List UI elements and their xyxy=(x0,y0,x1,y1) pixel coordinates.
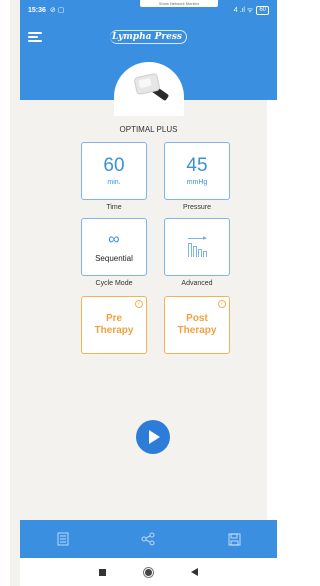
list-document-icon[interactable] xyxy=(51,527,75,551)
bottom-toolbar xyxy=(20,520,277,558)
device-image xyxy=(131,71,170,105)
app-screen: 15:36 ⊘ ▢ Show Network Monitor 4 .ıl ᯤ 6… xyxy=(20,0,277,586)
pre-therapy-button[interactable]: ✓ Pre Therapy xyxy=(81,296,147,354)
home-icon[interactable] xyxy=(142,566,154,578)
cycle-mode-value: Sequential xyxy=(95,253,133,263)
post-therapy-button[interactable]: ✓ Post Therapy xyxy=(164,296,230,354)
post-therapy-label: Post Therapy xyxy=(177,313,217,336)
pressure-unit: mmHg xyxy=(186,179,208,186)
pressure-value: 45 xyxy=(186,155,208,176)
save-icon[interactable] xyxy=(222,527,246,551)
time-unit: min. xyxy=(107,179,121,186)
status-right-icons: 4 .ıl ᯤ 60 xyxy=(233,5,269,15)
device-model-name: OPTIMAL PLUS xyxy=(119,125,178,134)
infinity-icon: ∞ xyxy=(108,230,120,248)
signal-icon: 4 .ıl ᯤ xyxy=(233,6,254,14)
advanced-caption: Advanced xyxy=(181,280,213,287)
phone-screen: 15:36 ⊘ ▢ Show Network Monitor 4 .ıl ᯤ 6… xyxy=(0,0,277,586)
battery-icon: 60 xyxy=(256,5,269,15)
pre-therapy-label: Pre Therapy xyxy=(94,313,134,336)
recent-apps-icon[interactable] xyxy=(98,568,106,576)
status-time: 15:36 xyxy=(28,6,46,14)
time-caption: Time xyxy=(106,204,122,211)
pressure-caption: Pressure xyxy=(182,204,211,211)
pressure-setting-tile[interactable]: 45 mmHg xyxy=(164,142,230,200)
app-bar: Lympha Press xyxy=(20,22,277,52)
checkmark-circle-icon: ✓ xyxy=(135,300,143,308)
share-icon[interactable] xyxy=(136,527,160,551)
play-button[interactable] xyxy=(136,420,170,454)
back-icon[interactable] xyxy=(191,568,199,576)
advanced-chart-icon xyxy=(184,235,210,259)
app-title: Lympha Press xyxy=(110,30,187,44)
checkmark-circle-icon: ✓ xyxy=(218,300,226,308)
time-setting-tile[interactable]: 60 min. xyxy=(81,142,147,200)
cycle-mode-tile[interactable]: ∞ Sequential xyxy=(81,218,147,276)
cycle-mode-caption: Cycle Mode xyxy=(95,280,133,287)
status-bar: 15:36 ⊘ ▢ Show Network Monitor 4 .ıl ᯤ 6… xyxy=(20,0,277,20)
system-navigation-bar xyxy=(20,558,277,586)
play-icon xyxy=(149,430,160,444)
app-logo: Lympha Press xyxy=(20,30,277,44)
time-value: 60 xyxy=(103,155,125,176)
advanced-tile[interactable] xyxy=(164,218,230,276)
notification-icons: ⊘ ▢ xyxy=(49,7,65,14)
network-monitor-banner: Show Network Monitor xyxy=(140,0,218,7)
